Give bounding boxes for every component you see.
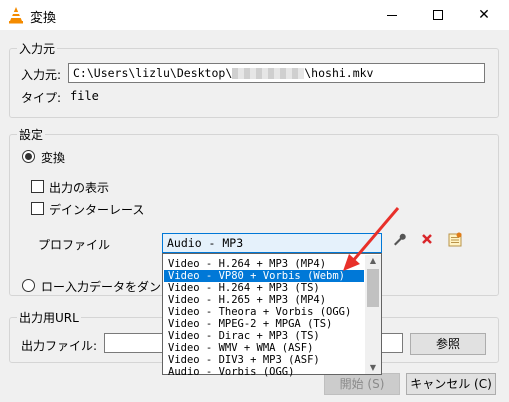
profile-select[interactable]: Audio - MP3 <box>162 233 382 253</box>
source-path-suffix: \hoshi.mkv <box>304 66 374 80</box>
profile-option[interactable]: Video - DIV3 + MP3 (ASF) <box>164 354 364 366</box>
type-value: file <box>70 89 99 103</box>
source-path-prefix: C:\Users\lizlu\Desktop\ <box>73 66 233 80</box>
profile-option[interactable]: Video - H.265 + MP3 (MP4) <box>164 294 364 306</box>
maximize-icon[interactable] <box>415 0 461 30</box>
profile-option[interactable]: Video - VP80 + Vorbis (Webm) <box>164 270 364 282</box>
deinterlace-checkbox[interactable] <box>31 202 44 215</box>
source-group <box>9 48 499 118</box>
scroll-up-icon[interactable]: ▲ <box>365 255 381 267</box>
settings-group-title: 設定 <box>17 126 46 143</box>
delete-profile-icon[interactable] <box>416 232 438 254</box>
deinterlace-label: デインターレース <box>49 203 145 217</box>
profile-selected-value: Audio - MP3 <box>167 236 244 250</box>
redacted-segment <box>232 68 305 79</box>
profile-option[interactable]: Video - Dirac + MP3 (TS) <box>164 330 364 342</box>
profile-dropdown-list: Video - H.264 + MP3 (MP4) Video - VP80 + … <box>162 253 382 378</box>
dump-raw-radio[interactable] <box>22 279 35 292</box>
output-file-label: 出力ファイル: <box>21 339 98 353</box>
source-input-label: 入力元: <box>21 68 62 82</box>
profile-option[interactable]: Video - MPEG-2 + MPGA (TS) <box>164 318 364 330</box>
type-label: タイプ: <box>21 91 62 105</box>
new-profile-icon[interactable] <box>444 232 466 254</box>
scroll-thumb[interactable] <box>367 269 379 307</box>
profile-label: プロファイル <box>38 238 111 252</box>
source-path-field[interactable]: C:\Users\lizlu\Desktop\ \hoshi.mkv <box>68 63 485 83</box>
show-output-checkbox[interactable] <box>31 180 44 193</box>
convert-radio[interactable] <box>22 150 35 163</box>
title-bar: 変換 ✕ <box>0 0 509 30</box>
vlc-cone-icon <box>9 7 23 24</box>
scroll-down-icon[interactable]: ▼ <box>365 362 381 374</box>
profile-option[interactable]: Video - Theora + Vorbis (OGG) <box>164 306 364 318</box>
close-icon[interactable]: ✕ <box>461 0 507 30</box>
cancel-button[interactable]: キャンセル (C) <box>406 373 496 395</box>
browse-button[interactable]: 参照 <box>410 333 486 355</box>
show-output-label: 出力の表示 <box>49 181 110 195</box>
source-group-title: 入力元 <box>17 40 58 57</box>
profile-option[interactable]: Audio - Vorbis (OGG) <box>164 366 364 378</box>
profile-option[interactable]: Video - H.264 + MP3 (TS) <box>164 282 364 294</box>
profile-option[interactable]: Video - WMV + WMA (ASF) <box>164 342 364 354</box>
window-title: 変換 <box>30 11 57 26</box>
convert-label: 変換 <box>41 151 66 165</box>
dump-raw-label: ロー入力データをダン <box>41 280 162 294</box>
edit-profile-wrench-icon[interactable] <box>388 232 410 254</box>
minimize-icon[interactable] <box>369 0 415 30</box>
dropdown-scrollbar[interactable]: ▲ ▼ <box>365 255 381 374</box>
output-group-title: 出力用URL <box>17 309 81 326</box>
profile-option[interactable]: Video - H.264 + MP3 (MP4) <box>164 258 364 270</box>
